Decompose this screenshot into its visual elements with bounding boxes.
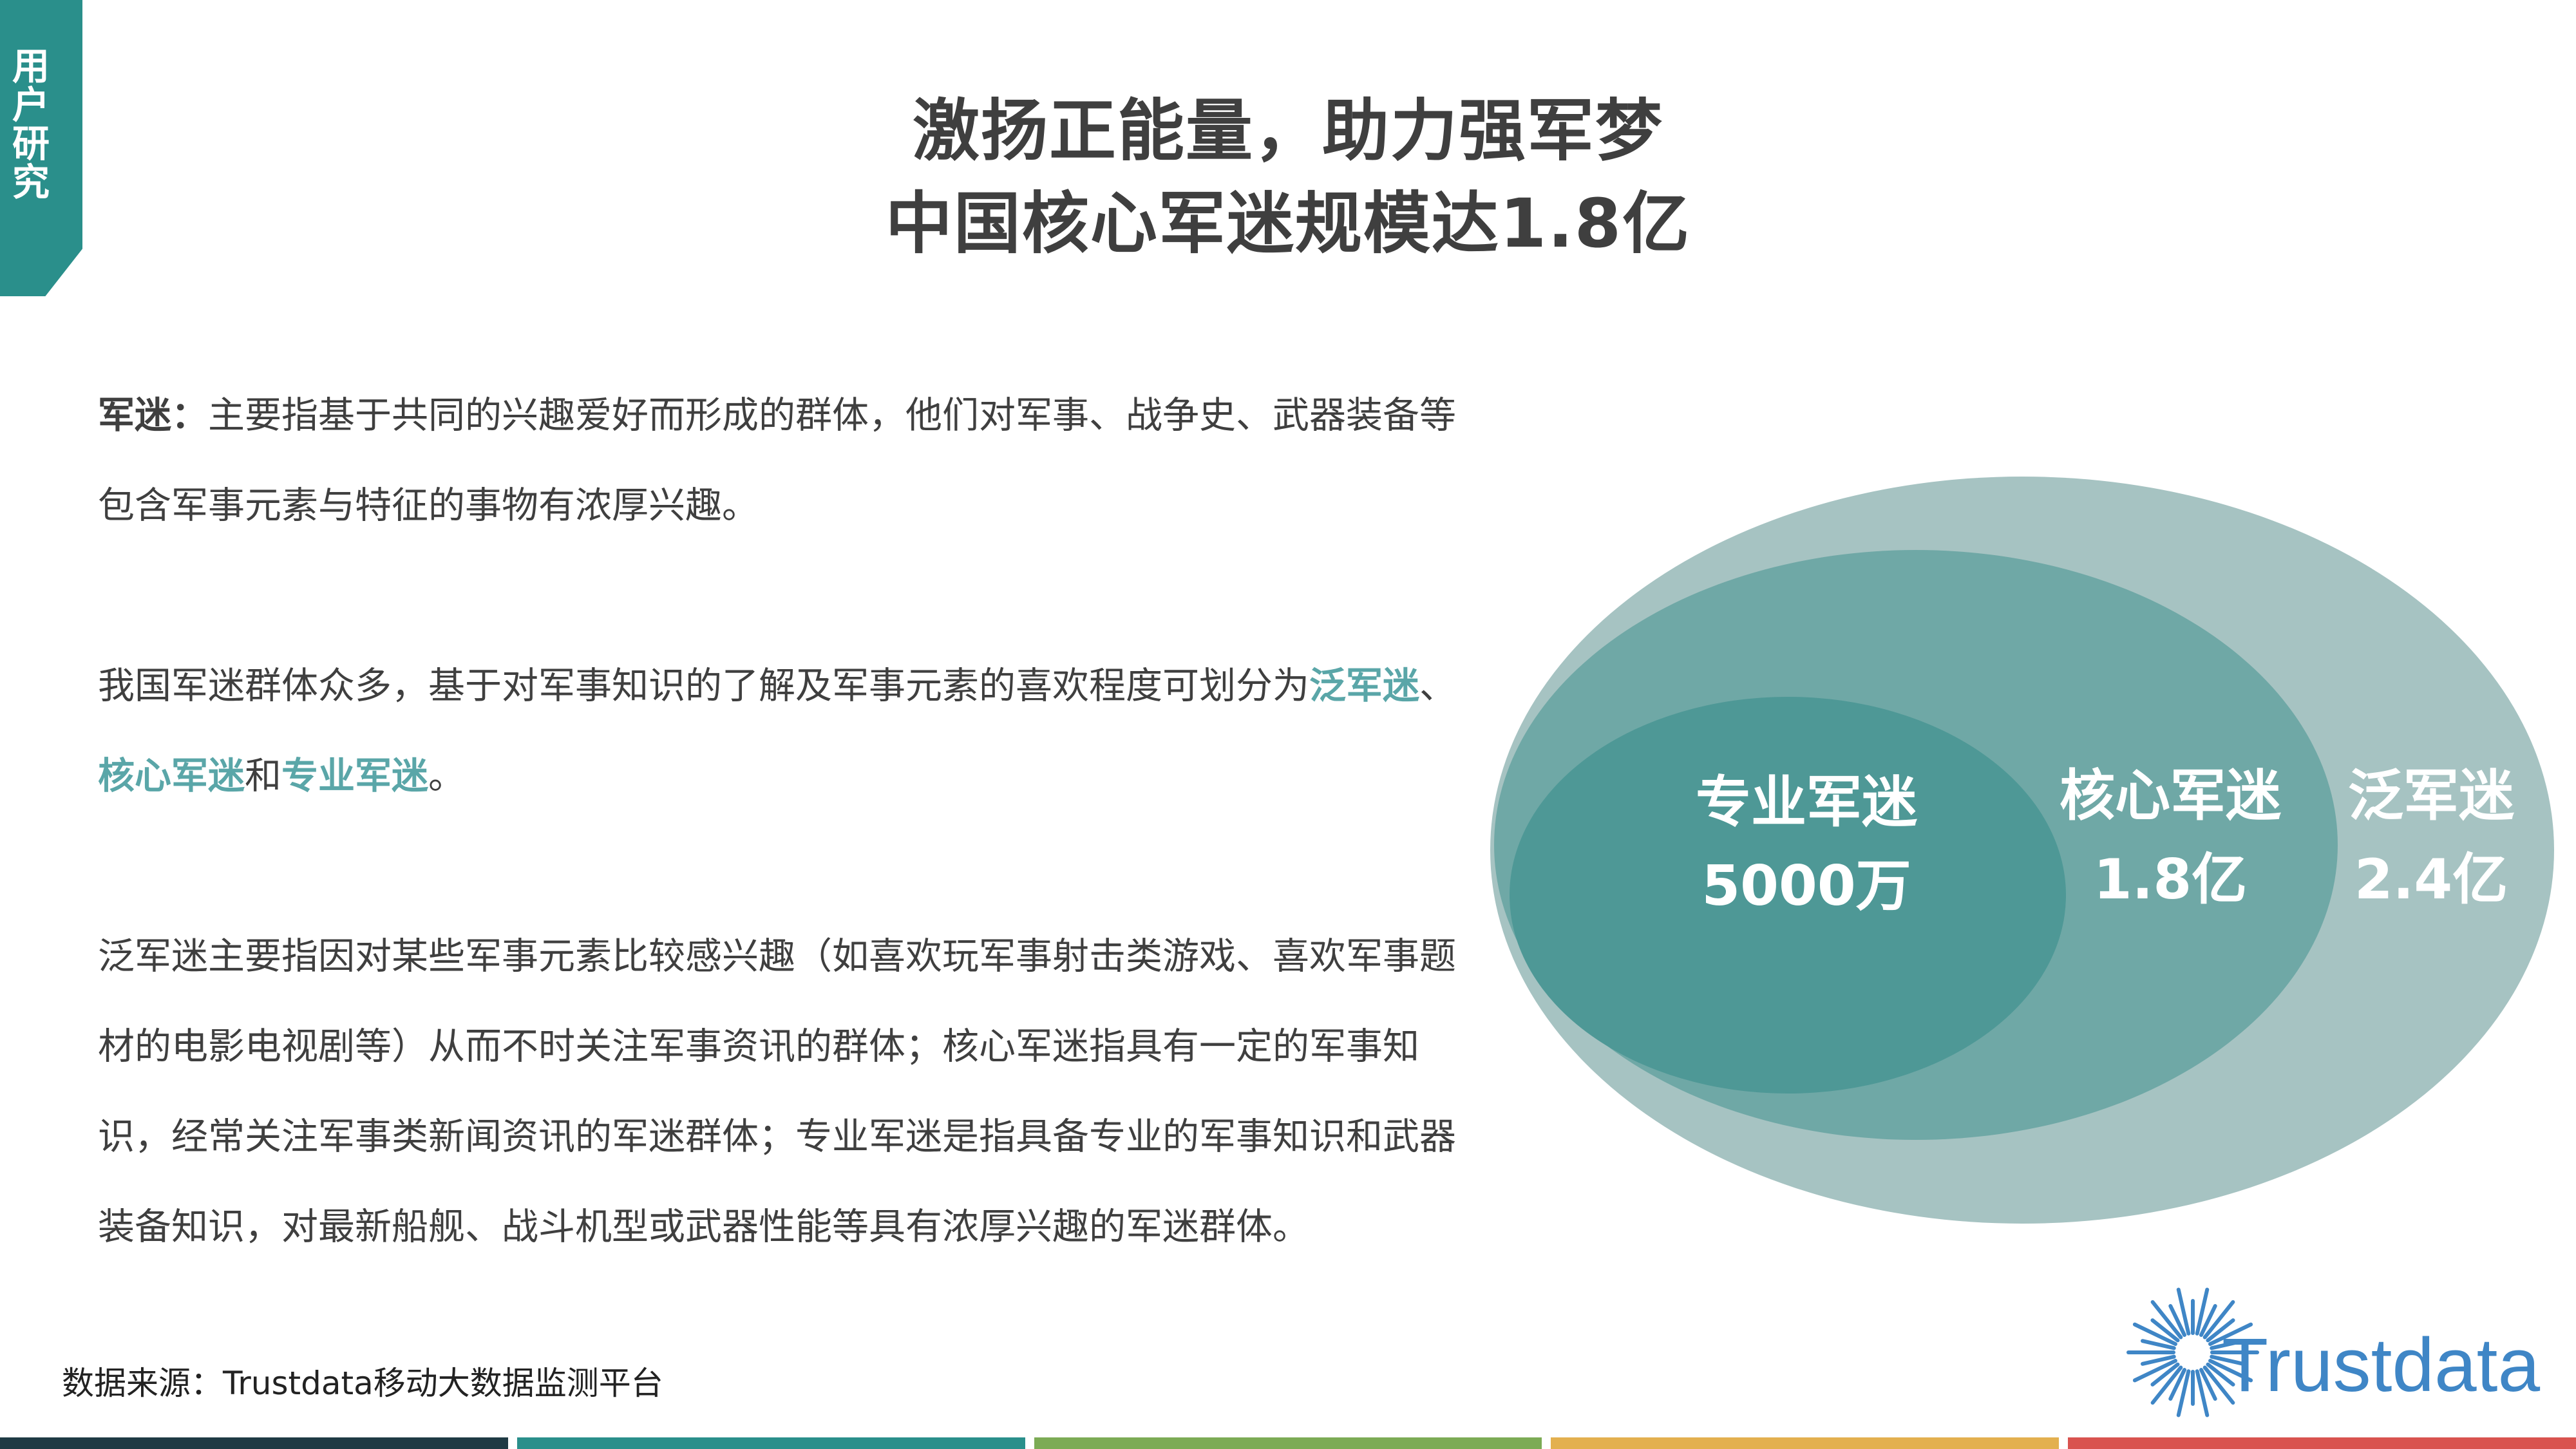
definition-paragraph: 军迷：主要指基于共同的兴趣爱好而形成的群体，他们对军事、战争史、武器装备等包含军…	[98, 370, 1482, 551]
classification-end: 。	[428, 755, 465, 797]
venn-middle-value: 1.8亿	[2094, 848, 2247, 912]
nested-venn-diagram: 专业军迷 5000万 核心军迷 1.8亿 泛军迷 2.4亿	[1490, 477, 2554, 1224]
term-pro-fan: 专业军迷	[281, 755, 428, 797]
page-title-line1: 激扬正能量，助力强军梦	[912, 91, 1663, 170]
bottom-bar-5	[2068, 1437, 2576, 1449]
bottom-bar-1	[0, 1437, 508, 1449]
data-source: 数据来源：Trustdata移动大数据监测平台	[62, 1365, 663, 1402]
classification-sep2: 和	[245, 755, 281, 797]
classification-paragraph: 我国军迷群体众多，基于对军事知识的了解及军事元素的喜欢程度可划分为泛军迷、核心军…	[98, 641, 1482, 821]
classification-prefix: 我国军迷群体众多，基于对军事知识的了解及军事元素的喜欢程度可划分为	[98, 665, 1309, 707]
bottom-bar-4	[1551, 1437, 2060, 1449]
definition-term: 军迷：	[98, 394, 208, 437]
page-title-line2: 中国核心军迷规模达1.8亿	[885, 184, 1691, 263]
bottom-bar-3	[1034, 1437, 1542, 1449]
definition-text: 主要指基于共同的兴趣爱好而形成的群体，他们对军事、战争史、武器装备等包含军事元素…	[98, 394, 1456, 527]
venn-inner-label: 专业军迷	[1696, 770, 1918, 835]
term-fan: 泛军迷	[1309, 665, 1419, 707]
venn-outer-value: 2.4亿	[2354, 848, 2508, 912]
term-core-fan: 核心军迷	[98, 755, 245, 797]
bottom-color-bars	[0, 1437, 2576, 1449]
trustdata-logo: Trustdata	[2126, 1287, 2540, 1417]
bottom-bar-2	[516, 1437, 1025, 1449]
venn-outer-label: 泛军迷	[2348, 764, 2515, 828]
logo-wordmark: Trustdata	[2222, 1323, 2540, 1408]
classification-sep1: 、	[1419, 665, 1456, 707]
venn-middle-label: 核心军迷	[2060, 764, 2282, 828]
venn-inner-value: 5000万	[1701, 854, 1911, 918]
explanation-paragraph: 泛军迷主要指因对某些军事元素比较感兴趣（如喜欢玩军事射击类游戏、喜欢军事题材的电…	[98, 935, 1456, 1248]
